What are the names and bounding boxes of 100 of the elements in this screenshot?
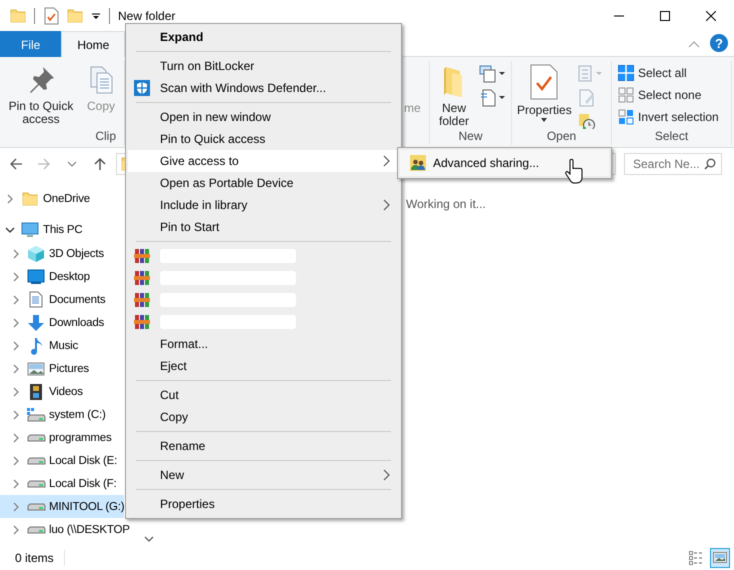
group-label: Open [546,129,576,143]
open-icon[interactable] [576,65,603,83]
close-icon [706,10,716,20]
history-icon[interactable] [576,113,597,129]
select-none-button[interactable]: Select none [618,85,719,104]
right-arrow-icon [37,157,51,171]
menu-item[interactable]: New [128,464,399,486]
collapse-caret-icon[interactable] [688,40,700,48]
checked-document-icon[interactable] [43,6,59,24]
tree-item[interactable]: OneDrive [0,187,124,211]
drive-icon [26,406,46,422]
tree-item[interactable]: Downloads [0,311,124,334]
collapsed-chevron-icon[interactable] [11,386,21,396]
picture-icon [27,362,45,376]
tree-item[interactable]: 3D Objects [0,242,124,265]
status-message: Working on it... [406,197,486,211]
tree-item[interactable]: Pictures [0,357,124,380]
edit-icon[interactable] [576,89,597,107]
details-view-icon [689,550,703,564]
drive-icon [26,526,46,534]
menu-item[interactable]: Give access to [128,150,399,172]
menu-item[interactable]: Open in new window [128,106,399,128]
ribbon-command-label: me [404,100,421,115]
menu-item[interactable]: Include in library [128,194,399,216]
item-count: 0 items [0,550,65,566]
tree-item[interactable]: Documents [0,288,124,311]
collapsed-chevron-icon[interactable] [11,272,21,282]
help-button[interactable]: ? [710,34,728,52]
tree-item[interactable]: luo (\\DESKTOP [0,518,140,541]
menu-item[interactable]: Pin to Start [128,216,399,238]
collapsed-chevron-icon[interactable] [11,248,21,258]
collapsed-chevron-icon[interactable] [11,294,21,304]
menu-item[interactable]: Open as Portable Device [128,172,399,194]
tree-item[interactable]: system (C:) [0,403,124,426]
menu-item[interactable]: Format... [128,333,399,355]
tree-item[interactable]: Local Disk (F: [0,472,124,495]
tree-item[interactable]: This PC [0,218,124,242]
up-arrow-icon [93,157,107,171]
menu-item[interactable]: Pin to Quick access [128,128,399,150]
large-icons-view-button[interactable] [710,548,730,568]
collapsed-chevron-icon[interactable] [11,478,21,488]
folder-icon [10,8,26,24]
tree-item[interactable]: programmes [0,426,124,449]
file-tab[interactable]: File [0,31,62,57]
tree-item[interactable]: Videos [0,380,124,403]
people-icon [410,155,426,171]
tree-item[interactable]: Desktop [0,265,124,288]
books-icon [134,270,150,286]
new-item-icon[interactable] [478,65,506,83]
maximize-icon [660,10,670,20]
left-arrow-icon [9,157,23,171]
menu-item[interactable]: Properties [128,493,399,515]
scroll-down-icon[interactable] [144,535,154,543]
collapsed-chevron-icon[interactable] [11,340,21,350]
tree-item[interactable]: Local Disk (E: [0,449,124,472]
picture-view-icon [713,550,727,564]
tree-item[interactable]: Music [0,334,124,357]
menu-item[interactable]: Eject [128,355,399,377]
collapsed-chevron-icon[interactable] [5,194,15,204]
folder-icon[interactable] [67,8,83,24]
shield-icon [134,80,150,96]
monitor-icon [21,222,39,238]
collapsed-chevron-icon[interactable] [11,364,21,374]
dropdown-caret-icon[interactable] [91,10,101,20]
collapsed-chevron-icon[interactable] [11,502,21,512]
drive-icon [26,434,46,442]
document-icon [29,291,43,308]
collapsed-chevron-icon[interactable] [11,524,21,534]
new-folder-button[interactable]: New folder [432,61,476,128]
grid-icon [618,86,634,102]
drive-icon [26,502,46,510]
menu-item[interactable]: Copy [128,406,399,428]
properties-button[interactable]: Properties [514,61,575,127]
group-label: Clip [95,129,116,143]
caret-icon [540,117,548,123]
search-field[interactable]: Search Ne... [624,153,722,175]
menu-item[interactable]: Advanced sharing... [400,150,609,176]
ribbon-tab[interactable]: Home [61,31,126,57]
collapsed-chevron-icon[interactable] [11,432,21,442]
window-title: New folder [118,8,176,22]
collapsed-chevron-icon[interactable] [11,410,21,420]
invert-selection-button[interactable]: Invert selection [618,107,719,126]
menu-item[interactable]: Turn on BitLocker [128,55,399,77]
menu-item[interactable]: Rename [128,435,399,457]
grid-icon [618,64,634,80]
collapsed-chevron-icon[interactable] [11,456,21,466]
tree-item[interactable]: MINITOOL (G:) [0,495,124,518]
collapsed-chevron-icon[interactable] [11,318,21,328]
books-icon [134,292,150,308]
grid-icon [618,108,634,124]
monitor-icon [27,268,45,284]
pin-button[interactable]: Pin to Quick access [2,61,80,126]
easy-access-icon[interactable] [478,89,506,107]
menu-item[interactable]: Expand [128,26,399,48]
expanded-chevron-icon[interactable] [5,225,15,235]
menu-item[interactable]: Scan with Windows Defender... [128,77,399,99]
select-all-button[interactable]: Select all [618,63,719,82]
menu-item[interactable]: Cut [128,384,399,406]
down-arrow-icon [27,314,45,332]
folder-icon [22,191,38,207]
